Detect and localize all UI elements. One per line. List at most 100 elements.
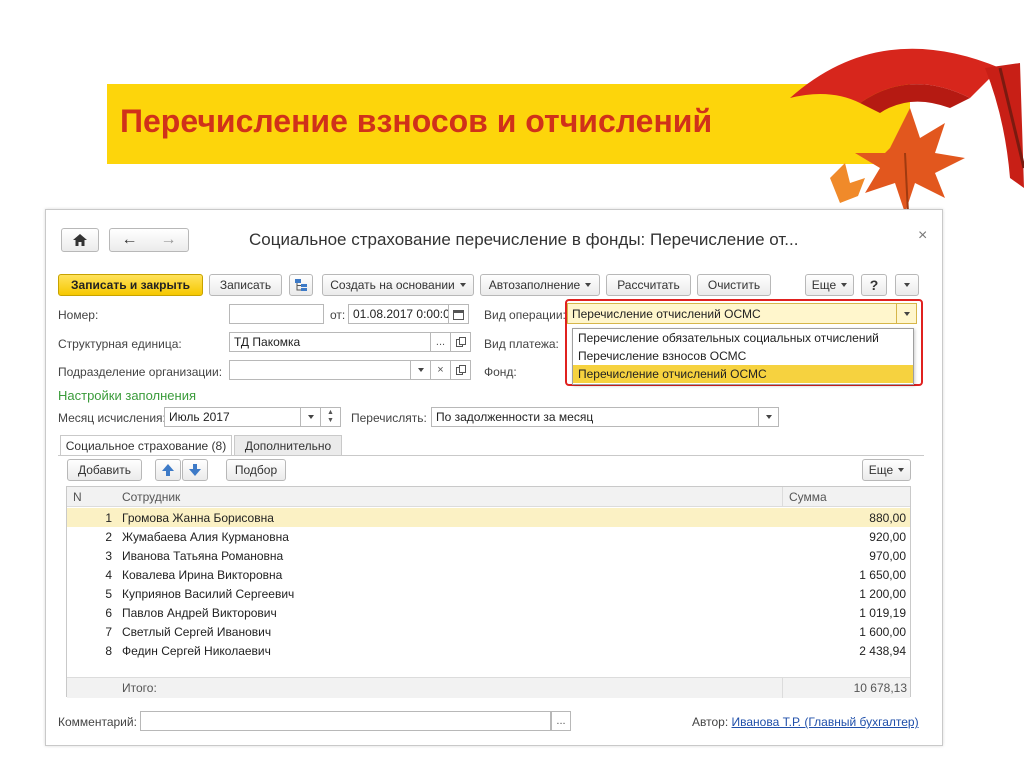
open-icon (455, 337, 466, 347)
row-number: 5 (105, 586, 112, 601)
row-number: 6 (105, 605, 112, 620)
operation-option[interactable]: Перечисление обязательных социальных отч… (573, 329, 913, 347)
table-total-row: Итого: 10 678,13 (67, 677, 910, 698)
payment-type-label: Вид платежа: (484, 337, 559, 351)
division-field[interactable] (229, 360, 411, 380)
transfer-label: Перечислять: (351, 411, 427, 425)
date-field[interactable]: 01.08.2017 0:00:00 (348, 304, 449, 324)
unit-field[interactable]: ТД Пакомка (229, 332, 431, 352)
pick-button[interactable]: Подбор (226, 459, 286, 481)
table-row[interactable]: 4 Ковалева Ирина Викторовна 1 650,00 (67, 565, 910, 584)
author-info: Автор: Иванова Т.Р. (Главный бухгалтер) (692, 715, 919, 729)
operation-dropdown-list: Перечисление обязательных социальных отч… (572, 328, 914, 385)
create-based-button[interactable]: Создать на основании (322, 274, 474, 296)
row-employee: Светлый Сергей Иванович (122, 624, 272, 639)
number-label: Номер: (58, 308, 99, 322)
close-icon[interactable]: × (918, 227, 927, 245)
division-label: Подразделение организации: (58, 365, 223, 379)
row-employee: Федин Сергей Николаевич (122, 643, 271, 658)
month-field[interactable]: Июль 2017 (164, 407, 301, 427)
row-sum: 970,00 (869, 548, 906, 563)
help-button[interactable]: ? (861, 274, 887, 296)
transfer-dropdown-button[interactable] (759, 407, 779, 427)
row-number: 2 (105, 529, 112, 544)
number-field[interactable] (229, 304, 324, 324)
chevron-down-icon (904, 283, 910, 287)
comment-field[interactable] (140, 711, 551, 731)
operation-option-selected[interactable]: Перечисление отчислений ОСМС (573, 365, 913, 383)
table-row[interactable]: 1 Громова Жанна Борисовна 880,00 (67, 508, 910, 527)
row-sum: 1 019,19 (859, 605, 906, 620)
more-label: Еще (811, 278, 837, 292)
table-row[interactable]: 3 Иванова Татьяна Романовна 970,00 (67, 546, 910, 565)
division-clear-button[interactable]: × (431, 360, 451, 380)
structure-button[interactable] (289, 274, 313, 296)
tab-divider (58, 455, 924, 456)
create-based-label: Создать на основании (330, 278, 455, 292)
chevron-down-icon (765, 415, 772, 419)
month-stepper[interactable]: ▲ ▼ (321, 407, 341, 427)
month-label: Месяц исчисления: (58, 411, 166, 425)
table-row[interactable]: 7 Светлый Сергей Иванович 1 600,00 (67, 622, 910, 641)
table-more-label: Еще (868, 463, 894, 477)
unit-open-button[interactable] (451, 332, 471, 352)
division-dropdown-button[interactable] (411, 360, 431, 380)
row-employee: Куприянов Василий Сергеевич (122, 586, 295, 601)
autofill-button[interactable]: Автозаполнение (480, 274, 600, 296)
open-icon (455, 365, 466, 375)
column-header-n[interactable]: N (67, 487, 112, 507)
forward-arrow-icon[interactable]: → (161, 231, 177, 249)
tab-additional[interactable]: Дополнительно (234, 435, 342, 455)
chevron-down-icon (459, 283, 466, 287)
unit-label: Структурная единица: (58, 337, 182, 351)
division-open-button[interactable] (451, 360, 471, 380)
row-sum: 2 438,94 (859, 643, 906, 658)
save-close-button[interactable]: Записать и закрыть (58, 274, 203, 296)
row-employee: Ковалева Ирина Викторовна (122, 567, 283, 582)
comment-label: Комментарий: (58, 715, 137, 729)
move-down-button[interactable] (182, 459, 208, 481)
row-employee: Громова Жанна Борисовна (122, 510, 274, 525)
fill-settings-heading: Настройки заполнения (58, 388, 197, 403)
slide-title: Перечисление взносов и отчислений (120, 103, 713, 139)
fund-label: Фонд: (484, 365, 517, 379)
author-link[interactable]: Иванова Т.Р. (Главный бухгалтер) (732, 715, 919, 729)
down-icon: ▼ (327, 417, 334, 424)
column-header-employee[interactable]: Сотрудник (112, 487, 782, 507)
home-icon (73, 234, 87, 246)
save-button[interactable]: Записать (209, 274, 282, 296)
row-employee: Жумабаева Алия Курмановна (122, 529, 289, 544)
window-menu-button[interactable] (895, 274, 919, 296)
column-header-sum[interactable]: Сумма (782, 487, 910, 507)
table-row[interactable]: 8 Федин Сергей Николаевич 2 438,94 (67, 641, 910, 660)
table-row[interactable]: 2 Жумабаева Алия Курмановна 920,00 (67, 527, 910, 546)
table-more-button[interactable]: Еще (862, 459, 911, 481)
table-row[interactable]: 5 Куприянов Василий Сергеевич 1 200,00 (67, 584, 910, 603)
row-number: 8 (105, 643, 112, 658)
arrow-down-icon (189, 464, 201, 476)
operation-option[interactable]: Перечисление взносов ОСМС (573, 347, 913, 365)
row-number: 3 (105, 548, 112, 563)
move-up-button[interactable] (155, 459, 181, 481)
window-title: Социальное страхование перечисление в фо… (249, 230, 799, 249)
operation-label: Вид операции: (484, 308, 566, 322)
chevron-down-icon (841, 283, 848, 287)
comment-edit-button[interactable]: ... (551, 711, 571, 731)
arrow-up-icon (162, 464, 174, 476)
add-button[interactable]: Добавить (67, 459, 142, 481)
autofill-label: Автозаполнение (488, 278, 581, 292)
calculate-button[interactable]: Рассчитать (606, 274, 691, 296)
month-dropdown-button[interactable] (301, 407, 321, 427)
clear-button[interactable]: Очистить (697, 274, 771, 296)
home-button[interactable] (61, 228, 99, 252)
unit-choose-button[interactable]: ... (431, 332, 451, 352)
chevron-down-icon (417, 368, 424, 372)
back-arrow-icon[interactable]: ← (122, 231, 138, 249)
row-number: 4 (105, 567, 112, 582)
row-sum: 880,00 (869, 510, 906, 525)
tab-social-insurance[interactable]: Социальное страхование (8) (60, 435, 232, 456)
table-row[interactable]: 6 Павлов Андрей Викторович 1 019,19 (67, 603, 910, 622)
calendar-button[interactable] (449, 304, 469, 324)
transfer-select[interactable]: По задолженности за месяц (431, 407, 759, 427)
more-button[interactable]: Еще (805, 274, 854, 296)
